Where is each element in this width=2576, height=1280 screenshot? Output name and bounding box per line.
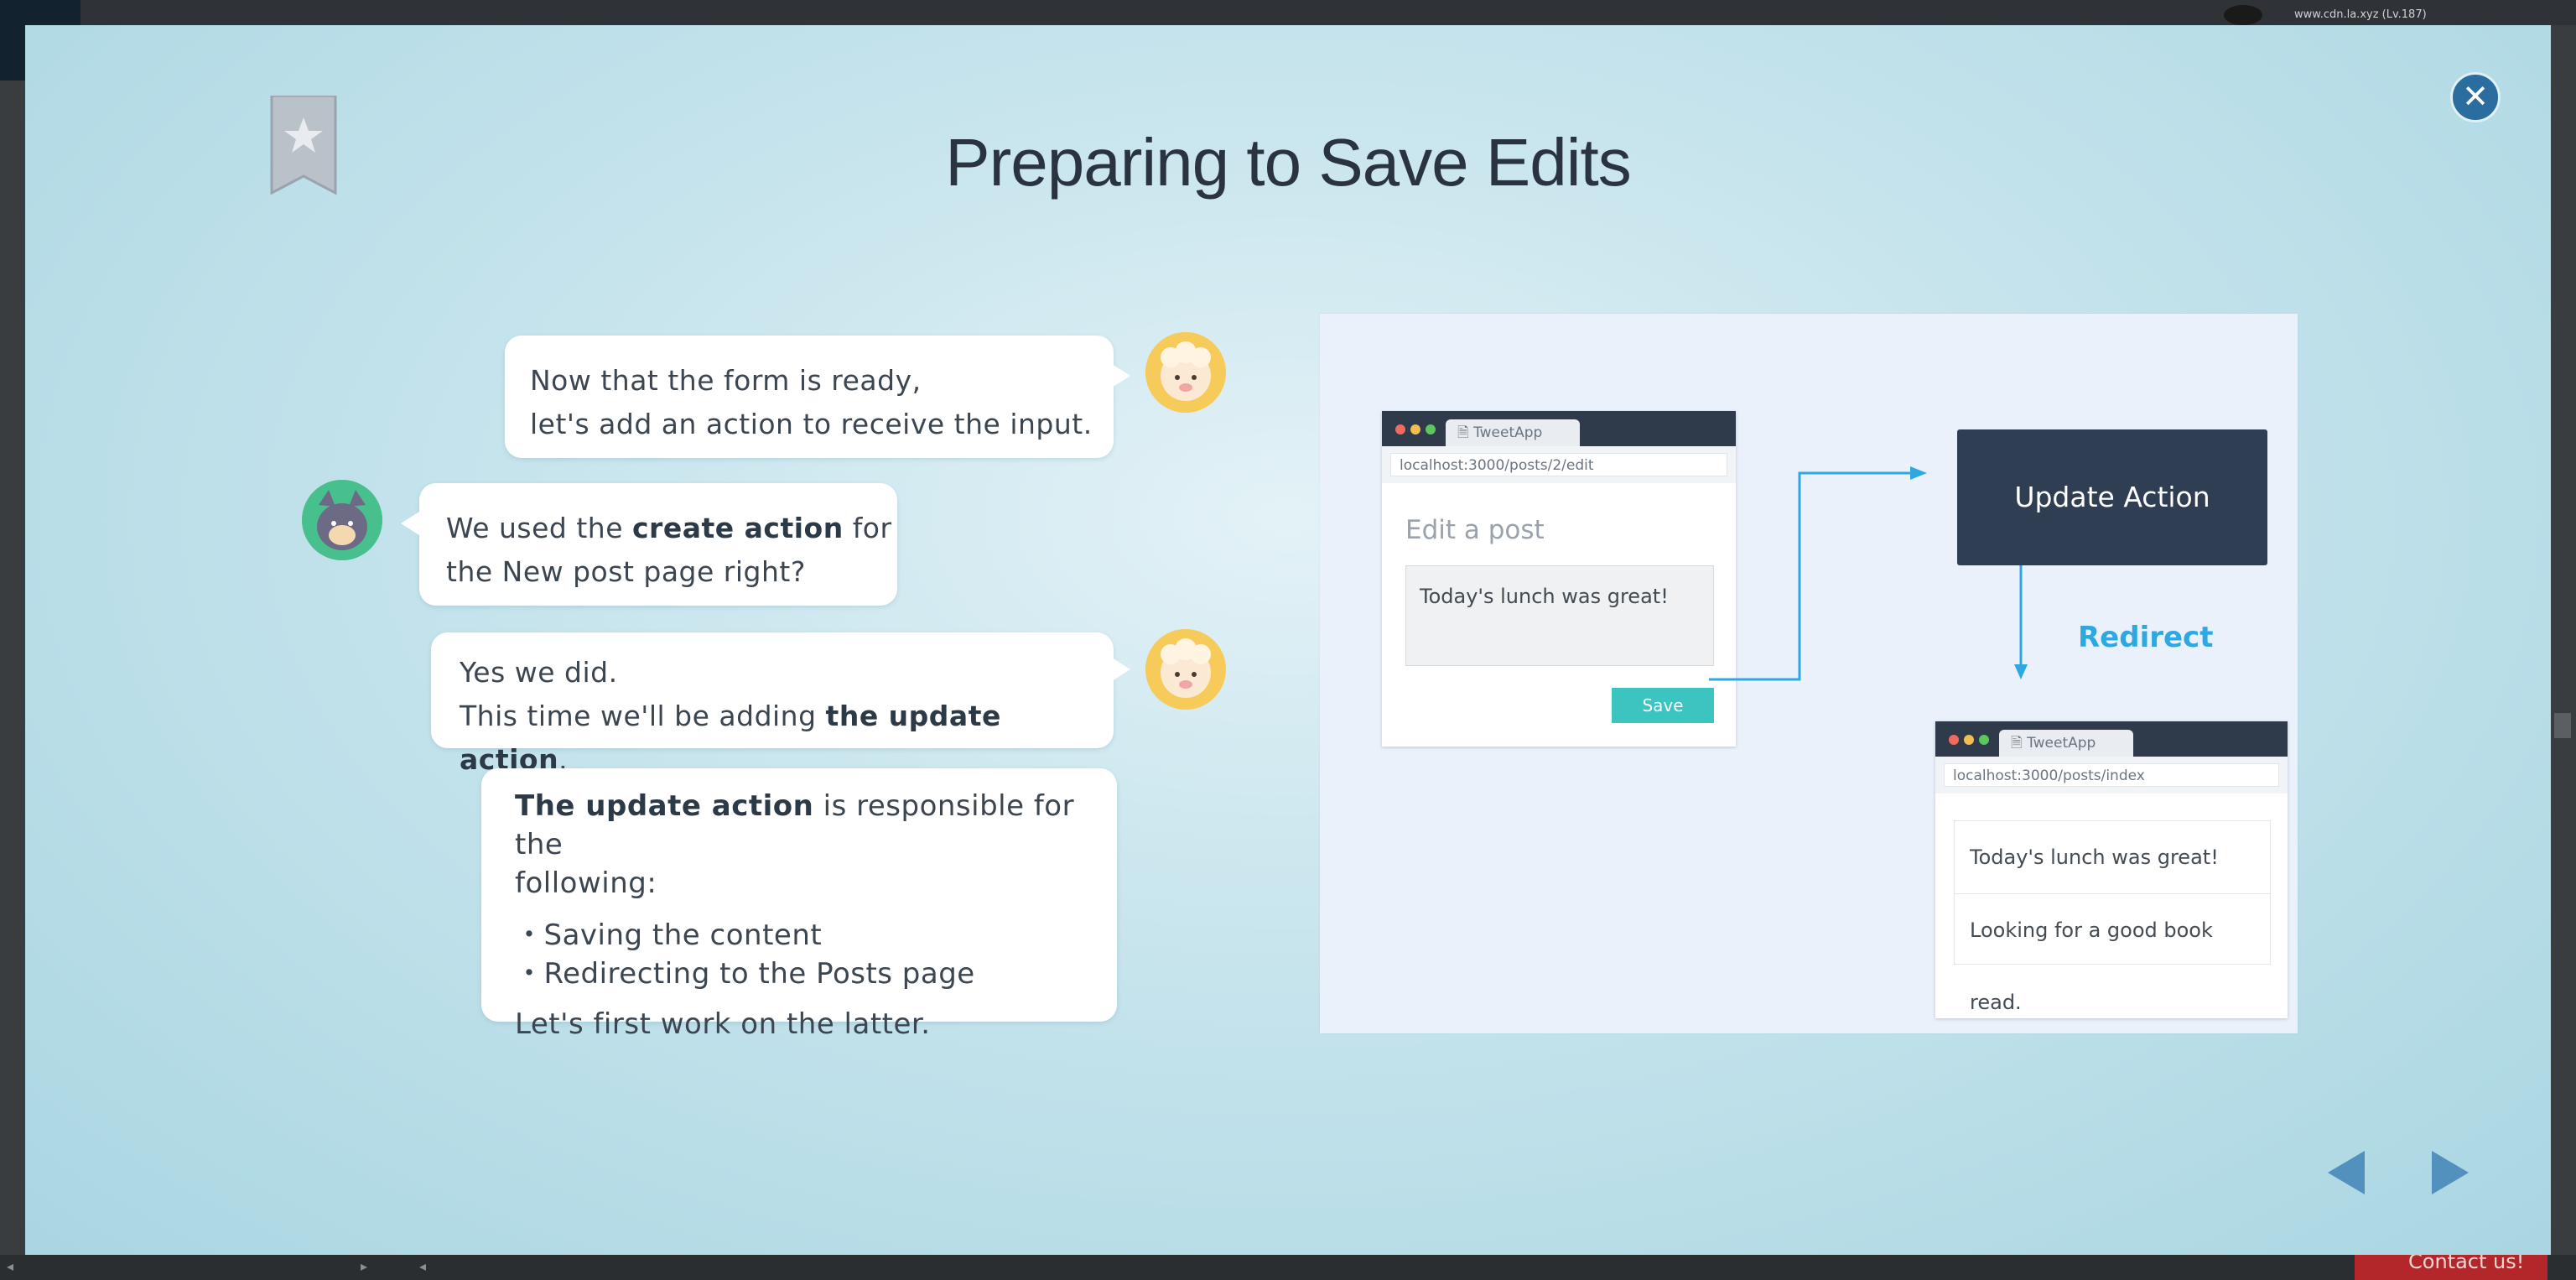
bubble-tail	[401, 512, 419, 535]
edit-heading: Edit a post	[1405, 515, 1545, 545]
bubble-tail	[1112, 658, 1130, 681]
window-url: localhost:3000/posts/2/edit	[1390, 453, 1727, 476]
window-tab-label: TweetApp	[1473, 424, 1543, 441]
close-icon[interactable]: ✕	[2450, 72, 2501, 122]
scroll-left-icon[interactable]: ◂	[7, 1258, 13, 1274]
window-close-dot	[1395, 424, 1405, 434]
chat-bubble-4: The update action is responsible for the…	[481, 768, 1117, 1041]
user-avatar[interactable]	[2224, 5, 2262, 25]
next-triangle-icon[interactable]	[2432, 1151, 2469, 1194]
bubble-4-item-2: ・Redirecting to the Posts page	[515, 957, 975, 991]
posts-index-window: 🗎 TweetApp localhost:3000/posts/index To…	[1935, 721, 2288, 1018]
bubble-tail	[1112, 364, 1130, 388]
page-topbar	[0, 0, 2576, 25]
sheep-avatar-icon	[1145, 332, 1226, 413]
bubble-1-line-1: Now that the form is ready,	[530, 364, 922, 397]
bubble-2-bold: create action	[631, 512, 844, 544]
list-item: Looking for a good book read.	[1955, 893, 2270, 1014]
window-close-dot	[1949, 735, 1959, 745]
slide-title: Preparing to Save Edits	[945, 125, 1631, 200]
bubble-2-line-1: We used the create action for	[446, 507, 897, 550]
page-scrollbar-thumb[interactable]	[2554, 713, 2571, 738]
window-tab: 🗎 TweetApp	[1446, 419, 1580, 446]
scroll-left-icon-2[interactable]: ◂	[419, 1258, 426, 1274]
prev-triangle-icon[interactable]	[2328, 1151, 2365, 1194]
window-min-dot	[1964, 735, 1974, 745]
edit-textarea: Today's lunch was great!	[1405, 565, 1714, 666]
bubble-4-item-1: ・Saving the content	[515, 918, 823, 952]
bubble-2-text-a: We used the	[446, 512, 632, 544]
user-label[interactable]: www.cdn.la.xyz (Lv.187)	[2294, 8, 2427, 21]
bubble-3-line-1: Yes we did.	[460, 656, 618, 689]
save-button: Save	[1612, 688, 1714, 723]
bubble-4-line-1: The update action is responsible for the	[515, 787, 1117, 864]
window-tab: 🗎 TweetApp	[1999, 730, 2133, 757]
bubble-2-text-b: for	[843, 512, 892, 544]
window-tab-label: TweetApp	[2027, 735, 2096, 752]
list-item: Today's lunch was great!	[1970, 846, 2219, 869]
bubble-4-bold: The update action	[515, 789, 814, 823]
edit-post-window: 🗎 TweetApp localhost:3000/posts/2/edit E…	[1382, 411, 1736, 747]
chat-bubble-3: Yes we did. This time we'll be adding th…	[431, 632, 1130, 776]
chat-bubble-1: Now that the form is ready, let's add an…	[505, 336, 1130, 458]
scroll-right-icon[interactable]: ▸	[361, 1258, 367, 1274]
update-action-box: Update Action	[1957, 429, 2267, 565]
window-max-dot	[1426, 424, 1436, 434]
window-url: localhost:3000/posts/index	[1944, 763, 2279, 787]
sheep-avatar-icon-2	[1145, 629, 1226, 710]
posts-list: Today's lunch was great! Looking for a g…	[1954, 820, 2271, 1014]
bubble-1-line-2: let's add an action to receive the input…	[530, 408, 1093, 440]
bubble-4-line-2: following:	[515, 866, 657, 900]
redirect-label: Redirect	[2078, 621, 2214, 654]
page-bottom-bar	[0, 1255, 2576, 1280]
cat-avatar-icon	[302, 480, 382, 560]
window-max-dot	[1979, 735, 1989, 745]
bubble-2-line-2: the New post page right?	[446, 555, 806, 588]
bubble-4-last-line: Let's first work on the latter.	[515, 1007, 931, 1041]
window-min-dot	[1410, 424, 1420, 434]
chat-bubble-2: We used the create action for the New po…	[401, 483, 897, 606]
slide-modal: ✕ Preparing to Save Edits Now that the f…	[25, 25, 2551, 1255]
bubble-3-text-a: This time we'll be adding	[460, 700, 826, 732]
